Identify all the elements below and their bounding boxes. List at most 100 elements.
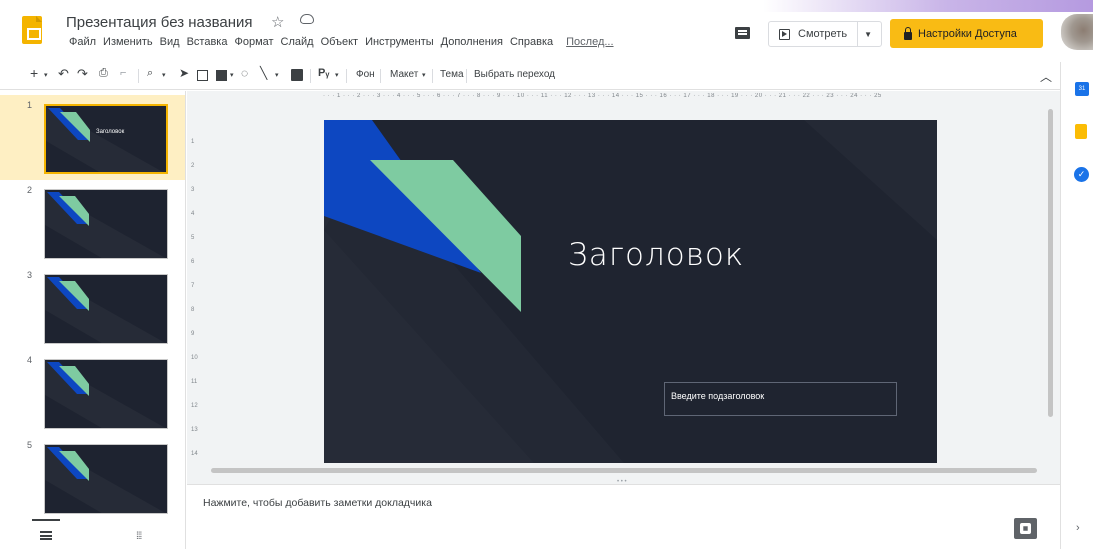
vertical-ruler: 1 2 3 4 5 6 7 8 9 10 11 12 13 14 [189,121,201,461]
toolbar: + ▾ ↶ ↷ ⎙ ⌐ ⌕ ▾ ➤ ▾ ◌ ╲ ▾ Pᵧ ▾ Фон Макет… [0,62,1060,90]
slide-editor: · · · 1 · · · 2 · · · 3 · · · 4 · · · 5 … [187,91,1060,549]
menu-insert[interactable]: Вставка [184,36,232,48]
select-cursor-icon[interactable]: ➤ [179,66,189,80]
slide-thumbnail-row[interactable]: 4 [0,350,185,435]
thumbnail-title: Заголовок [96,129,125,135]
slide-number: 2 [27,185,33,195]
keep-icon[interactable] [1075,124,1087,139]
slide-thumbnail[interactable] [44,189,168,259]
zoom-dropdown-icon[interactable]: ▾ [162,71,166,79]
slide-thumbnail-row[interactable]: 5 [0,435,185,520]
collapse-toolbar-icon[interactable]: ︿ [1040,68,1052,85]
paint-format-icon[interactable]: ⌐ [120,67,126,79]
slide-thumbnail-row[interactable]: 2 [0,180,185,265]
last-edit-link[interactable]: Послед... [563,36,617,48]
slide-thumbnail[interactable] [44,274,168,344]
share-button[interactable]: Настройки Доступа [890,19,1043,48]
present-label: Смотреть [798,28,848,40]
vertical-scrollbar[interactable] [1048,109,1053,417]
ruler-tick: 11 [191,379,198,385]
print-icon[interactable]: ⎙ [99,67,108,80]
subtitle-textbox[interactable]: Введите подзаголовок [664,382,897,416]
cloud-status-icon[interactable] [300,14,314,24]
present-button[interactable]: Смотреть ▼ [768,21,882,47]
side-panel: 31 ✓ › [1060,62,1093,549]
thumbnail-graphic [45,445,166,513]
menu-slide[interactable]: Слайд [278,36,318,48]
grid-view-icon[interactable]: ⁞⁞⁞ [136,531,142,542]
ruler-tick: 12 [191,403,198,409]
calendar-icon[interactable]: 31 [1075,82,1089,96]
menu-file[interactable]: Файл [66,36,100,48]
document-title[interactable]: Презентация без названия [66,14,253,31]
account-avatar[interactable] [1061,14,1093,50]
slide-thumbnail-row[interactable]: 3 [0,265,185,350]
menu-format[interactable]: Формат [231,36,277,48]
menu-edit[interactable]: Изменить [100,36,157,48]
image-dropdown-icon[interactable]: ▾ [230,71,234,79]
menu-help[interactable]: Справка [507,36,557,48]
slide-number: 4 [27,355,33,365]
slide-title[interactable]: Заголовок [568,237,744,273]
slide-number: 3 [27,270,33,280]
slide-thumbnail-row[interactable]: 1 Заголовок [0,95,185,180]
image-icon[interactable] [216,70,227,81]
slide-thumbnail[interactable] [44,359,168,429]
background-button[interactable]: Фон [356,69,375,80]
speaker-notes-placeholder[interactable]: Нажмите, чтобы добавить заметки докладчи… [203,497,432,509]
view-toggle: ⁞⁞⁞ [0,519,186,549]
layout-button[interactable]: Макет [390,69,418,80]
lock-icon [904,26,912,40]
text-input-tools-icon[interactable]: Pᵧ [318,67,329,79]
tasks-icon[interactable]: ✓ [1074,167,1089,182]
explore-icon[interactable] [1014,518,1037,539]
slide-thumbnail[interactable]: Заголовок [44,104,168,174]
ruler-tick: 4 [191,211,195,217]
comments-icon[interactable] [735,27,750,39]
thumbnail-graphic [45,190,166,258]
toolbar-divider [138,69,139,83]
toolbar-divider [346,69,347,83]
transition-button[interactable]: Выбрать переход [474,69,555,80]
ruler-tick: 7 [191,283,195,289]
present-dropdown-icon[interactable]: ▼ [864,30,872,39]
present-divider [857,21,859,47]
input-tools-dropdown-icon[interactable]: ▾ [335,71,339,79]
menu-view[interactable]: Вид [157,36,184,48]
menu-bar: Файл Изменить Вид Вставка Формат Слайд О… [66,36,618,48]
ruler-tick: 9 [191,331,195,337]
filmstrip-view-icon[interactable] [40,531,52,540]
text-box-icon[interactable] [197,70,208,81]
redo-icon[interactable]: ↷ [77,66,88,82]
layout-dropdown-icon[interactable]: ▾ [422,71,426,79]
shape-icon[interactable]: ◌ [241,66,248,80]
menu-addons[interactable]: Дополнения [438,36,507,48]
new-slide-icon[interactable]: + [30,65,38,81]
comment-add-icon[interactable] [291,69,303,81]
speaker-notes-panel[interactable]: • • • Нажмите, чтобы добавить заметки до… [187,479,1060,549]
slides-logo-icon[interactable] [22,16,42,44]
slide-filmstrip: 1 Заголовок 2 3 4 5 ⁞⁞⁞ [0,91,186,549]
line-icon[interactable]: ╲ [260,66,267,80]
horizontal-scrollbar[interactable] [211,468,1037,473]
thumbnail-graphic [45,360,166,428]
undo-icon[interactable]: ↶ [58,66,69,82]
line-dropdown-icon[interactable]: ▾ [275,71,279,79]
slides-app: Презентация без названия ☆ Файл Изменить… [0,0,1093,549]
ruler-tick: 2 [191,163,195,169]
menu-tools[interactable]: Инструменты [362,36,438,48]
star-icon[interactable]: ☆ [271,13,284,31]
expand-panel-icon[interactable]: › [1076,522,1080,534]
ruler-tick: 14 [191,451,198,457]
theme-button[interactable]: Тема [440,69,464,80]
zoom-icon[interactable]: ⌕ [147,67,153,80]
ruler-tick: 5 [191,235,195,241]
toolbar-divider [310,69,311,83]
ruler-tick: 13 [191,427,198,433]
slide-thumbnail[interactable] [44,444,168,514]
ruler-tick: 6 [191,259,195,265]
notes-resize-handle[interactable]: • • • [617,479,627,485]
slide-canvas[interactable]: Заголовок Введите подзаголовок [324,120,937,463]
new-slide-dropdown-icon[interactable]: ▾ [44,71,48,79]
menu-object[interactable]: Объект [318,36,362,48]
